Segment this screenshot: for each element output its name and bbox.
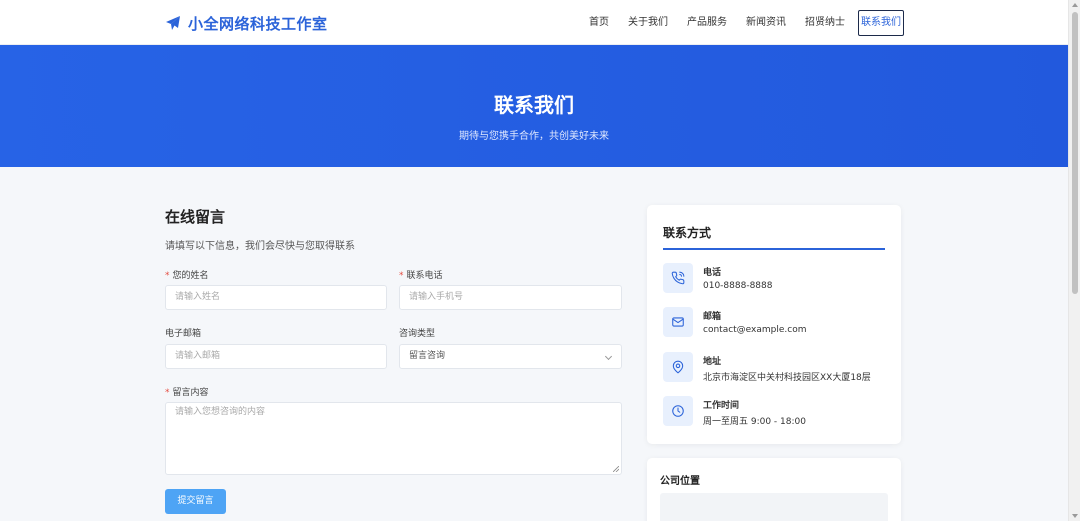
- message-textarea[interactable]: 请输入您想咨询的内容: [165, 402, 622, 475]
- map-area[interactable]: [660, 493, 888, 521]
- contact-email: 邮箱 contact@example.com: [663, 307, 885, 339]
- nav-item-products[interactable]: 产品服务: [681, 10, 733, 36]
- scrollbar-thumb[interactable]: [1072, 12, 1078, 294]
- form-title: 在线留言: [165, 208, 226, 226]
- required-mark: *: [165, 271, 170, 281]
- resize-handle-icon[interactable]: [613, 466, 619, 472]
- phone-label: * 联系电话: [399, 268, 443, 281]
- main-nav: 首页 关于我们 产品服务 新闻资讯 招贤纳士 联系我们: [583, 10, 904, 36]
- paper-plane-icon: [166, 16, 180, 30]
- phone-label: 电话: [703, 268, 722, 278]
- phone-icon: [663, 263, 693, 293]
- phone-placeholder: 请输入手机号: [409, 292, 464, 302]
- name-label: * 您的姓名: [165, 268, 209, 281]
- scroll-up-icon[interactable]: [1072, 3, 1078, 7]
- message-placeholder: 请输入您想咨询的内容: [175, 407, 266, 417]
- page-scrollbar[interactable]: [1068, 0, 1080, 521]
- top-navbar: 小全网络科技工作室 首页 关于我们 产品服务 新闻资讯 招贤纳士 联系我们: [0, 0, 1068, 45]
- nav-item-news[interactable]: 新闻资讯: [740, 10, 792, 36]
- brand[interactable]: 小全网络科技工作室: [165, 12, 328, 34]
- contact-info-card: 联系方式 电话 010-8888-8888 邮箱 contact@example…: [647, 205, 901, 444]
- location-card: 公司位置: [647, 458, 901, 521]
- scroll-down-icon[interactable]: [1072, 514, 1078, 518]
- location-title: 公司位置: [660, 476, 700, 487]
- nav-item-home[interactable]: 首页: [583, 10, 615, 36]
- mail-icon: [663, 307, 693, 337]
- contact-hours: 工作时间 周一至周五 9:00 - 18:00: [663, 396, 885, 428]
- location-pin-icon: [663, 352, 693, 382]
- email-label-text: 电子邮箱: [165, 329, 202, 339]
- address-value: 北京市海淀区中关村科技园区XX大厦18层: [703, 373, 871, 383]
- phone-value: 010-8888-8888: [703, 281, 773, 291]
- address-label: 地址: [703, 357, 722, 367]
- clock-icon: [663, 396, 693, 426]
- name-label-text: 您的姓名: [172, 271, 209, 281]
- page-title: 联系我们: [494, 93, 574, 117]
- brand-name: 小全网络科技工作室: [188, 14, 328, 33]
- page-subtitle: 期待与您携手合作，共创美好未来: [459, 131, 609, 142]
- hours-value: 周一至周五 9:00 - 18:00: [703, 417, 806, 427]
- contact-address: 地址 北京市海淀区中关村科技园区XX大厦18层: [663, 352, 885, 384]
- contact-card-title: 联系方式: [663, 226, 712, 240]
- submit-button[interactable]: 提交留言: [165, 489, 226, 514]
- required-mark: *: [399, 271, 404, 281]
- nav-item-contact[interactable]: 联系我们: [858, 10, 904, 36]
- form-description: 请填写以下信息，我们会尽快与您取得联系: [165, 241, 355, 252]
- email-label: 电子邮箱: [165, 326, 201, 339]
- name-input[interactable]: 请输入姓名: [165, 285, 387, 310]
- title-underline: [663, 248, 885, 250]
- hero-banner: 联系我们 期待与您携手合作，共创美好未来: [0, 45, 1068, 167]
- nav-item-careers[interactable]: 招贤纳士: [799, 10, 851, 36]
- message-label: * 留言内容: [165, 385, 209, 398]
- email-label: 邮箱: [703, 312, 722, 322]
- inquiry-type-select[interactable]: 留言咨询: [399, 344, 622, 369]
- name-placeholder: 请输入姓名: [175, 292, 221, 302]
- phone-label-text: 联系电话: [406, 271, 443, 281]
- inquiry-type-label-text: 咨询类型: [399, 329, 436, 339]
- email-placeholder: 请输入邮箱: [175, 351, 221, 361]
- email-value: contact@example.com: [703, 325, 807, 335]
- email-input[interactable]: 请输入邮箱: [165, 344, 387, 369]
- message-form-header: 在线留言 请填写以下信息，我们会尽快与您取得联系: [165, 206, 622, 252]
- nav-item-about[interactable]: 关于我们: [622, 10, 674, 36]
- inquiry-type-value: 留言咨询: [409, 351, 446, 361]
- hours-label: 工作时间: [703, 401, 740, 411]
- chevron-down-icon: [604, 352, 613, 361]
- inquiry-type-label: 咨询类型: [399, 326, 435, 339]
- message-label-text: 留言内容: [172, 388, 209, 398]
- contact-phone: 电话 010-8888-8888: [663, 263, 885, 295]
- phone-input[interactable]: 请输入手机号: [399, 285, 622, 310]
- required-mark: *: [165, 388, 170, 398]
